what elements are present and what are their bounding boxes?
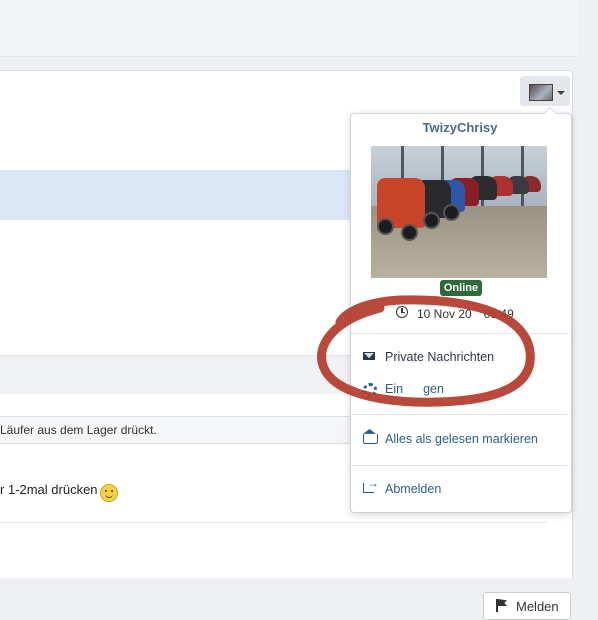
username-link[interactable]: TwizyChrisy (350, 120, 570, 135)
dropdown-pointer-inner (544, 108, 556, 114)
menu-divider (351, 465, 569, 466)
post-body-text: r 1-2mal drücken (0, 482, 98, 497)
settings-link[interactable]: Ein gen (363, 382, 553, 398)
chevron-down-icon[interactable] (557, 91, 565, 95)
menu-item-label: Abmelden (385, 482, 442, 496)
photo-wheel (401, 224, 418, 241)
menu-divider (351, 333, 569, 334)
flag-icon (496, 599, 498, 612)
menu-item-label: Ein gen (385, 382, 444, 396)
menu-item-label: Alles als gelesen markieren (385, 432, 538, 446)
report-label: Melden (516, 599, 559, 614)
navbar (0, 70, 573, 112)
user-avatar-thumbnail[interactable] (529, 84, 553, 101)
quote-text: Läufer aus dem Lager drückt. (0, 423, 157, 437)
envelope-icon (363, 352, 375, 360)
photo-wheel (443, 204, 460, 221)
smiley-emoji-icon (100, 484, 118, 502)
user-profile-photo[interactable] (371, 146, 547, 278)
report-button[interactable]: Melden (483, 592, 571, 620)
mark-all-read-link[interactable]: Alles als gelesen markieren (363, 432, 563, 448)
menu-divider (351, 414, 569, 415)
menu-item-label: Private Nachrichten (385, 350, 495, 364)
photo-wheel (423, 212, 440, 229)
gear-icon (363, 383, 377, 397)
logout-link[interactable]: Abmelden (363, 476, 553, 498)
page-header-strip (0, 0, 578, 57)
open-envelope-icon (363, 434, 378, 444)
photo-wheel (377, 218, 394, 235)
logout-icon (363, 476, 379, 493)
clock-icon (396, 306, 408, 318)
divider (0, 522, 548, 523)
last-activity-time: 10 Nov 20 08:49 (417, 307, 514, 321)
private-messages-link[interactable]: Private Nachrichten (363, 350, 553, 366)
online-status-badge: Online (440, 280, 482, 296)
